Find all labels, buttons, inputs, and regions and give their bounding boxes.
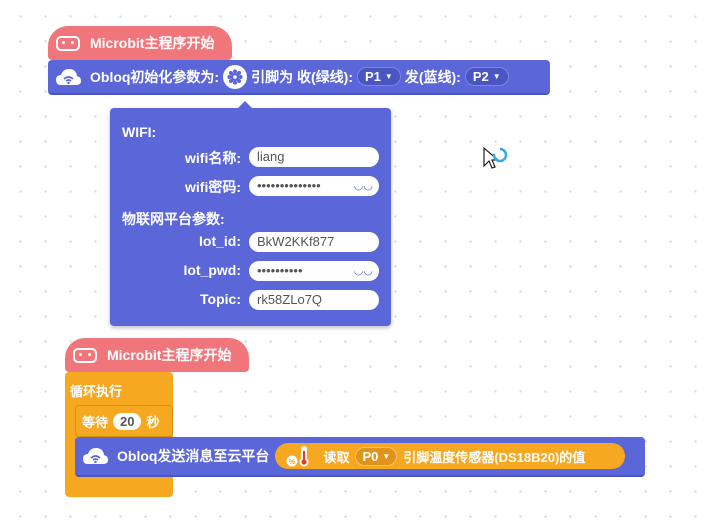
wifi-name-value: liang	[257, 149, 285, 164]
topic-value: rk58ZLo7Q	[257, 292, 323, 307]
wifi-header: WIFI:	[122, 124, 157, 140]
microbit-icon	[73, 347, 97, 363]
temp-pin-value: P0	[362, 448, 379, 464]
caret-down-icon: ▼	[492, 72, 501, 81]
cloud-wifi-icon	[83, 448, 108, 464]
iot-id-field[interactable]: BkW2KKf877	[249, 232, 379, 252]
wifi-name-label: wifi名称:	[185, 150, 241, 166]
cursor-icon	[483, 146, 508, 169]
hat-label: Microbit主程序开始	[107, 347, 232, 363]
temp-pin-dropdown[interactable]: P0 ▼	[355, 446, 398, 466]
iot-password-field[interactable]: •••••••••• ◡◡	[249, 261, 379, 281]
eye-icon[interactable]: ◡◡	[354, 264, 373, 277]
wifi-pwd-value: ••••••••••••••	[257, 178, 321, 193]
temperature-reporter[interactable]: % 读取 P0 ▼ 引脚温度传感器(DS18B20)的值	[275, 443, 626, 469]
wait-block[interactable]: 等待 20 秒	[75, 405, 173, 437]
rx-pin-value: P1	[365, 69, 381, 84]
cloud-wifi-icon	[56, 68, 81, 85]
iot-id-label: Iot_id:	[199, 233, 241, 249]
tx-pin-dropdown[interactable]: P2 ▼	[464, 67, 509, 86]
tx-label: 发(蓝线):	[404, 68, 461, 85]
caret-down-icon: ▼	[384, 72, 393, 81]
loop-label: 循环执行	[70, 384, 123, 399]
iot-pwd-value: ••••••••••	[257, 263, 303, 278]
rx-pin-dropdown[interactable]: P1 ▼	[357, 67, 401, 86]
microbit-icon	[56, 35, 80, 51]
sensor-label: 引脚温度传感器(DS18B20)的值	[403, 449, 586, 465]
hat-block-main-2[interactable]: Microbit主程序开始	[65, 338, 249, 372]
svg-text:%: %	[289, 459, 296, 466]
pin-label: 引脚为 收(绿线):	[251, 68, 353, 85]
wifi-name-field[interactable]: liang	[249, 147, 379, 167]
wait-label: 等待	[82, 414, 109, 430]
gear-icon[interactable]	[223, 64, 248, 89]
thermometer-icon: %	[286, 446, 309, 467]
obloq-send-block[interactable]: Obloq发送消息至云平台 % 读取 P0 ▼ 引脚温度传感器(DS18B20)…	[75, 437, 645, 477]
caret-down-icon: ▼	[382, 451, 391, 461]
hat-block-main-1[interactable]: Microbit主程序开始	[48, 26, 232, 60]
topic-label: Topic:	[200, 291, 241, 307]
obloq-init-block[interactable]: Obloq初始化参数为: 引脚为 收(绿线): P1 ▼ 发(蓝线): P2 ▼	[48, 60, 550, 95]
wifi-password-field[interactable]: •••••••••••••• ◡◡	[249, 176, 379, 196]
send-label: Obloq发送消息至云平台	[117, 448, 270, 464]
tx-pin-value: P2	[472, 69, 489, 84]
obloq-config-popup: WIFI: wifi名称: liang wifi密码: ••••••••••••…	[110, 101, 391, 326]
wait-unit-label: 秒	[146, 414, 160, 430]
obloq-init-label: Obloq初始化参数为:	[90, 68, 220, 85]
wait-seconds-input[interactable]: 20	[113, 412, 142, 430]
wifi-pwd-label: wifi密码:	[185, 179, 241, 195]
iot-pwd-label: Iot_pwd:	[183, 262, 241, 278]
iot-header: 物联网平台参数:	[122, 211, 225, 227]
iot-id-value: BkW2KKf877	[257, 234, 335, 249]
hat-label: Microbit主程序开始	[90, 35, 215, 51]
eye-icon[interactable]: ◡◡	[354, 179, 373, 192]
read-label: 读取	[323, 449, 350, 465]
topic-field[interactable]: rk58ZLo7Q	[249, 290, 379, 310]
